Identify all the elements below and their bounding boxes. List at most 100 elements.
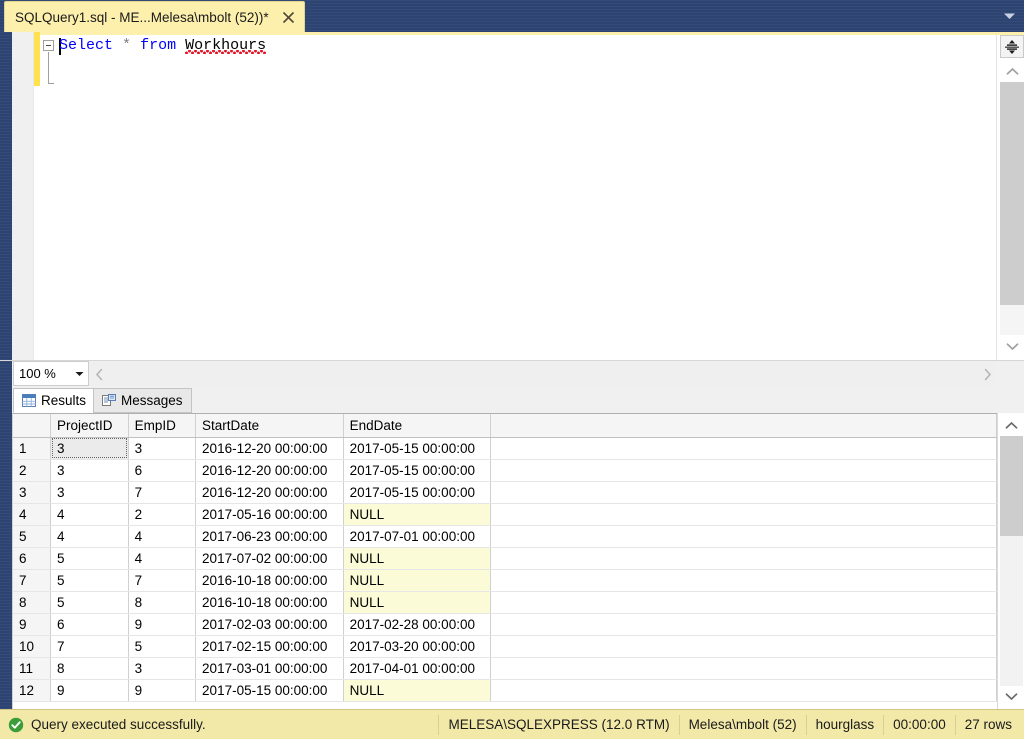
- chevron-down-icon[interactable]: [998, 7, 1020, 25]
- cell-startdate[interactable]: 2017-05-16 00:00:00: [195, 503, 344, 526]
- chevron-up-icon[interactable]: [1000, 415, 1023, 436]
- document-tab-sqlquery1[interactable]: SQLQuery1.sql - ME...Melesa\mbolt (52))*: [4, 1, 305, 32]
- cell-empid[interactable]: 3: [128, 657, 197, 680]
- cell-startdate[interactable]: 2017-02-03 00:00:00: [195, 613, 344, 636]
- cell-empid[interactable]: 6: [128, 459, 197, 482]
- cell-enddate[interactable]: 2017-07-01 00:00:00: [343, 525, 492, 548]
- table-row[interactable]: 2 3 6 2016-12-20 00:00:00 2017-05-15 00:00:0…: [13, 459, 997, 482]
- cell-projectid[interactable]: 8: [50, 657, 129, 680]
- results-grid-scroll-track[interactable]: [1000, 436, 1023, 686]
- editor-scroll-track[interactable]: [1000, 82, 1024, 335]
- row-number-cell[interactable]: 10: [13, 635, 52, 658]
- cell-empid[interactable]: 9: [128, 679, 197, 702]
- row-number-cell[interactable]: 3: [13, 481, 52, 504]
- chevron-left-icon[interactable]: [90, 362, 108, 386]
- cell-projectid[interactable]: 5: [50, 591, 129, 614]
- cell-projectid[interactable]: 5: [50, 569, 129, 592]
- cell-enddate[interactable]: NULL: [343, 679, 492, 702]
- row-number-cell[interactable]: 11: [13, 657, 52, 680]
- cell-empid[interactable]: 8: [128, 591, 197, 614]
- cell-empid[interactable]: 7: [128, 481, 197, 504]
- cell-enddate[interactable]: 2017-03-20 00:00:00: [343, 635, 492, 658]
- table-row[interactable]: 6 5 4 2017-07-02 00:00:00 NULL: [13, 547, 997, 570]
- cell-projectid[interactable]: 6: [50, 613, 129, 636]
- cell-projectid[interactable]: 3: [50, 481, 129, 504]
- editor-scroll-thumb[interactable]: [1000, 82, 1024, 305]
- cell-startdate[interactable]: 2017-03-01 00:00:00: [195, 657, 344, 680]
- cell-empid[interactable]: 4: [128, 547, 197, 570]
- column-header-empid[interactable]: EmpID: [128, 414, 197, 438]
- cell-startdate[interactable]: 2016-10-18 00:00:00: [195, 591, 344, 614]
- cell-enddate[interactable]: 2017-05-15 00:00:00: [343, 481, 492, 504]
- cell-empid[interactable]: 5: [128, 635, 197, 658]
- cell-enddate[interactable]: 2017-05-15 00:00:00: [343, 437, 492, 460]
- cell-projectid[interactable]: 4: [50, 503, 129, 526]
- editor-vertical-scrollbar[interactable]: [996, 35, 1024, 360]
- cell-startdate[interactable]: 2017-02-15 00:00:00: [195, 635, 344, 658]
- table-row[interactable]: 4 4 2 2017-05-16 00:00:00 NULL: [13, 503, 997, 526]
- cell-enddate[interactable]: 2017-02-28 00:00:00: [343, 613, 492, 636]
- cell-startdate[interactable]: 2016-12-20 00:00:00: [195, 437, 344, 460]
- chevron-down-icon[interactable]: [1000, 335, 1024, 357]
- table-row[interactable]: 8 5 8 2016-10-18 00:00:00 NULL: [13, 591, 997, 614]
- cell-empid[interactable]: 9: [128, 613, 197, 636]
- cell-projectid[interactable]: 3: [50, 437, 129, 460]
- tab-results[interactable]: Results: [13, 388, 96, 413]
- row-number-cell[interactable]: 2: [13, 459, 52, 482]
- chevron-up-icon[interactable]: [1000, 60, 1024, 82]
- results-grid-vertical-scrollbar[interactable]: [997, 413, 1024, 709]
- table-row[interactable]: 12 9 9 2017-05-15 00:00:00 NULL: [13, 679, 997, 702]
- table-row[interactable]: 3 3 7 2016-12-20 00:00:00 2017-05-15 00:00:0…: [13, 481, 997, 504]
- close-icon[interactable]: [280, 8, 298, 26]
- results-grid-scroll-thumb[interactable]: [1000, 436, 1023, 536]
- sql-editor-text-area[interactable]: Select * from Workhours: [40, 35, 996, 360]
- row-number-cell[interactable]: 4: [13, 503, 52, 526]
- cell-enddate[interactable]: NULL: [343, 503, 492, 526]
- cell-empid[interactable]: 4: [128, 525, 197, 548]
- cell-projectid[interactable]: 7: [50, 635, 129, 658]
- row-number-cell[interactable]: 1: [13, 437, 52, 460]
- zoom-level-dropdown[interactable]: 100 %: [13, 361, 89, 386]
- editor-hscroll-track[interactable]: [108, 362, 978, 386]
- table-row[interactable]: 10 7 5 2017-02-15 00:00:00 2017-03-20 00:00:…: [13, 635, 997, 658]
- row-number-header[interactable]: [13, 414, 52, 438]
- results-grid-scroll-area[interactable]: ProjectID EmpID StartDate EndDate 1 3 3 201…: [12, 413, 997, 709]
- editor-gutter[interactable]: [12, 32, 34, 360]
- table-row[interactable]: 9 6 9 2017-02-03 00:00:00 2017-02-28 00:00:0…: [13, 613, 997, 636]
- table-row[interactable]: 11 8 3 2017-03-01 00:00:00 2017-04-01 00:00:…: [13, 657, 997, 680]
- column-header-startdate[interactable]: StartDate: [195, 414, 344, 438]
- cell-empid[interactable]: 7: [128, 569, 197, 592]
- column-header-projectid[interactable]: ProjectID: [50, 414, 129, 438]
- cell-startdate[interactable]: 2016-10-18 00:00:00: [195, 569, 344, 592]
- row-number-cell[interactable]: 9: [13, 613, 52, 636]
- cell-startdate[interactable]: 2017-07-02 00:00:00: [195, 547, 344, 570]
- row-number-cell[interactable]: 6: [13, 547, 52, 570]
- row-number-cell[interactable]: 12: [13, 679, 52, 702]
- row-number-cell[interactable]: 5: [13, 525, 52, 548]
- row-number-cell[interactable]: 8: [13, 591, 52, 614]
- table-row[interactable]: 5 4 4 2017-06-23 00:00:00 2017-07-01 00:00:0…: [13, 525, 997, 548]
- chevron-down-icon[interactable]: [70, 371, 88, 377]
- row-number-cell[interactable]: 7: [13, 569, 52, 592]
- cell-empid[interactable]: 3: [128, 437, 197, 460]
- cell-enddate[interactable]: NULL: [343, 591, 492, 614]
- cell-projectid[interactable]: 5: [50, 547, 129, 570]
- cell-startdate[interactable]: 2017-06-23 00:00:00: [195, 525, 344, 548]
- collapse-minus-icon[interactable]: [43, 40, 54, 51]
- cell-projectid[interactable]: 3: [50, 459, 129, 482]
- chevron-right-icon[interactable]: [978, 362, 996, 386]
- editor-horizontal-scrollbar[interactable]: [90, 362, 996, 386]
- cell-projectid[interactable]: 4: [50, 525, 129, 548]
- table-row[interactable]: 7 5 7 2016-10-18 00:00:00 NULL: [13, 569, 997, 592]
- table-row[interactable]: 1 3 3 2016-12-20 00:00:00 2017-05-15 00:00:0…: [13, 437, 997, 460]
- column-header-enddate[interactable]: EndDate: [343, 414, 492, 438]
- cell-projectid[interactable]: 9: [50, 679, 129, 702]
- cell-enddate[interactable]: 2017-04-01 00:00:00: [343, 657, 492, 680]
- cell-startdate[interactable]: 2016-12-20 00:00:00: [195, 481, 344, 504]
- cell-enddate[interactable]: 2017-05-15 00:00:00: [343, 459, 492, 482]
- split-pane-icon[interactable]: [1000, 35, 1024, 58]
- cell-empid[interactable]: 2: [128, 503, 197, 526]
- cell-enddate[interactable]: NULL: [343, 569, 492, 592]
- cell-startdate[interactable]: 2016-12-20 00:00:00: [195, 459, 344, 482]
- chevron-down-icon[interactable]: [1000, 686, 1023, 707]
